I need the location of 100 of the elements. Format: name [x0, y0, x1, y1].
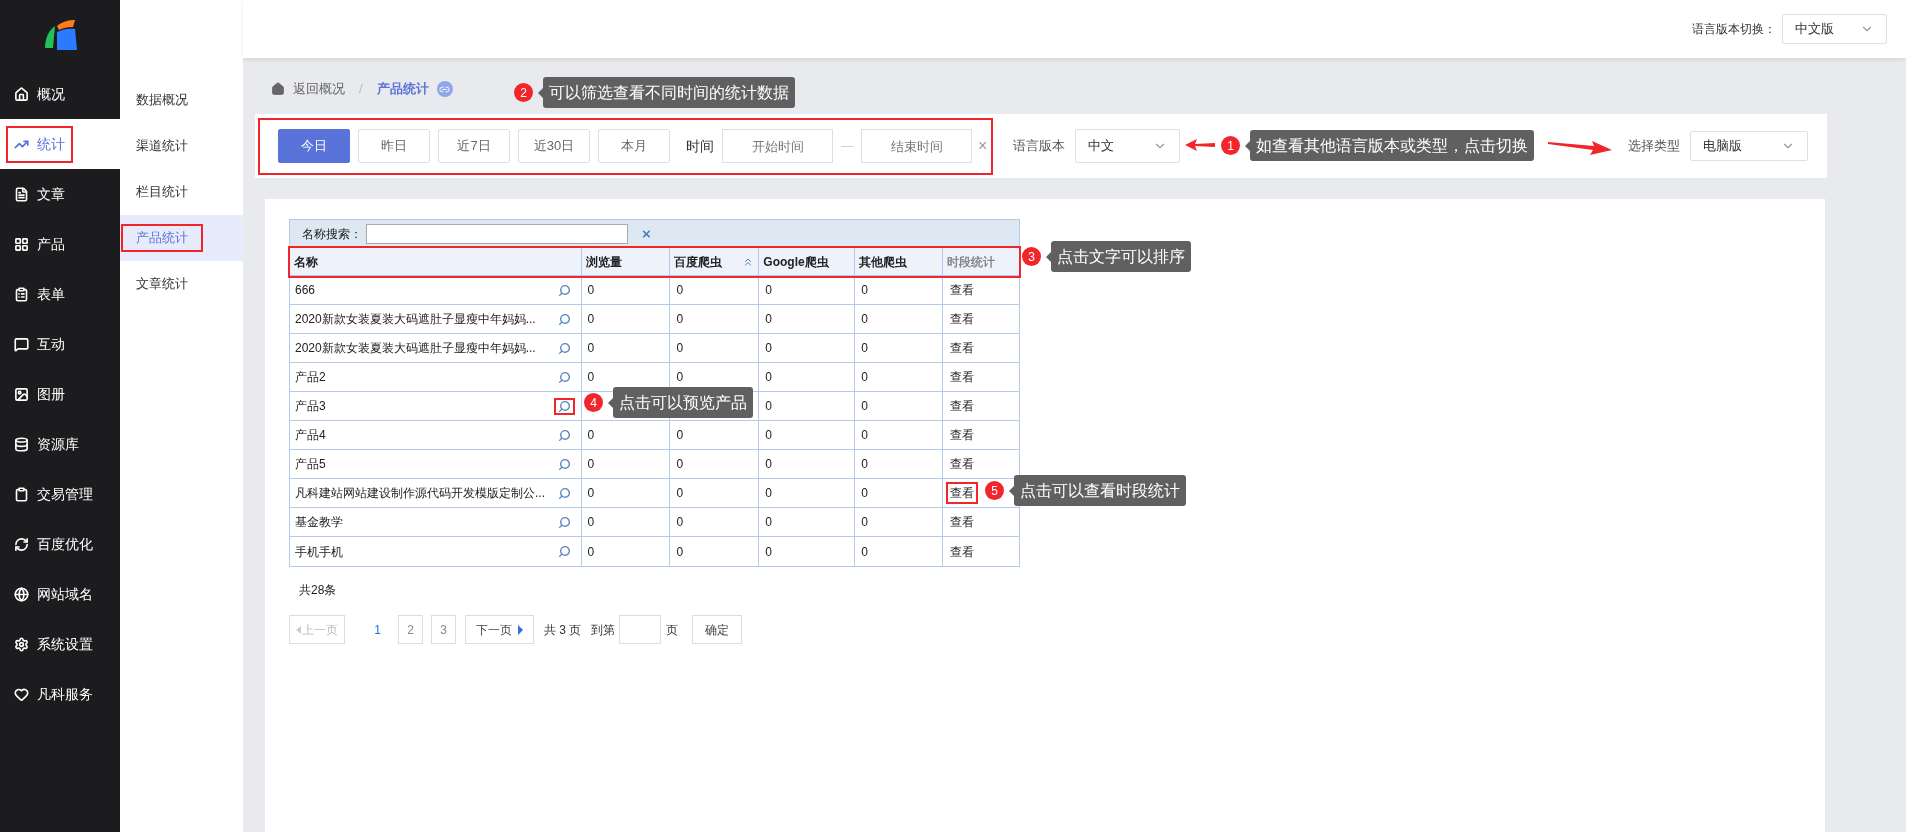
- sidebar-item[interactable]: 系统设置: [0, 619, 120, 669]
- table-cell-text: 0: [676, 340, 684, 357]
- link-icon: [436, 81, 453, 97]
- table-cell-text: 0: [676, 311, 684, 328]
- type-select[interactable]: 电脑版: [1690, 131, 1808, 161]
- table-cell-text: 0: [676, 369, 684, 386]
- search-icon: [557, 312, 571, 326]
- date-range-button[interactable]: 近30日: [518, 129, 590, 163]
- table-cell-text: 0: [861, 485, 868, 502]
- sidebar-item[interactable]: 产品: [0, 219, 120, 269]
- table-cell-text: 0: [861, 427, 868, 444]
- date-range-button[interactable]: 今日: [278, 129, 350, 163]
- right-triangle-icon: [518, 624, 523, 635]
- sidebar-item[interactable]: 交易管理: [0, 469, 120, 519]
- callout-text: 点击文字可以排序: [1057, 246, 1185, 267]
- table-cell-text: 手机手机: [295, 543, 343, 561]
- table-cell-text: 0: [676, 427, 684, 444]
- start-time-field[interactable]: 开始时间: [722, 129, 833, 163]
- table-cell-text: 2020新款女装夏装大码遮肚子显瘦中年妈妈...: [295, 311, 536, 328]
- page-number-field[interactable]: [619, 615, 662, 644]
- view-link[interactable]: 查看: [946, 540, 979, 563]
- search-icon: [557, 370, 571, 384]
- date-range-button[interactable]: 昨日: [358, 129, 430, 163]
- time-label: 时间: [686, 136, 714, 156]
- sidebar-item[interactable]: 网站域名: [0, 569, 120, 619]
- table-cell-text: 0: [861, 311, 868, 328]
- submenu-item[interactable]: 渠道统计: [120, 123, 243, 169]
- end-time-field[interactable]: 结束时间: [861, 129, 972, 163]
- table-cell-text: 0: [765, 282, 773, 299]
- goto-label: 到第: [591, 621, 616, 639]
- table-cell-text: 0: [587, 514, 595, 531]
- table-cell-text: 0: [861, 514, 868, 531]
- image-icon: [14, 386, 29, 402]
- search-icon: [557, 399, 571, 413]
- table-cell-text: 0: [676, 282, 684, 299]
- left-arrow: [1185, 139, 1215, 151]
- table-cell-text: 0: [587, 369, 595, 386]
- column-header[interactable]: Google爬虫: [759, 248, 856, 275]
- back-link[interactable]: 返回概况: [293, 79, 345, 99]
- sidebar-item[interactable]: 互动: [0, 319, 120, 369]
- view-link[interactable]: 查看: [946, 279, 979, 301]
- view-link[interactable]: 查看: [946, 453, 979, 475]
- name-search-field[interactable]: [366, 223, 628, 244]
- grid-icon: [14, 236, 29, 252]
- table-cell-text: 0: [765, 340, 773, 357]
- view-link[interactable]: 查看: [946, 395, 979, 417]
- confirm-button[interactable]: 确定: [692, 615, 743, 644]
- sidebar-item[interactable]: 文章: [0, 169, 120, 219]
- submenu-item[interactable]: 产品统计: [120, 215, 243, 261]
- view-link[interactable]: 查看: [946, 482, 979, 504]
- submenu-item[interactable]: 文章统计: [120, 261, 243, 307]
- sidebar-item[interactable]: 资源库: [0, 419, 120, 469]
- column-header[interactable]: 其他爬虫: [855, 248, 944, 275]
- column-header[interactable]: 百度爬虫: [670, 248, 760, 275]
- search-label: 名称搜索：: [302, 225, 362, 243]
- breadcrumb-separator: /: [359, 80, 363, 99]
- date-range-button[interactable]: 近7日: [438, 129, 510, 163]
- language-switch-select[interactable]: 中文版: [1782, 14, 1887, 44]
- page-button[interactable]: 2: [398, 615, 423, 644]
- chat-icon: [14, 336, 29, 352]
- callout-text: 点击可以预览产品: [619, 392, 747, 413]
- view-link[interactable]: 查看: [946, 308, 979, 330]
- page-button[interactable]: 1: [365, 615, 390, 644]
- language-select[interactable]: 中文: [1075, 129, 1181, 163]
- search-icon: [557, 486, 571, 500]
- table-cell-text: 0: [861, 543, 868, 561]
- next-page-button[interactable]: 下一页: [465, 615, 534, 644]
- column-header[interactable]: 浏览量: [581, 248, 671, 275]
- sidebar-item[interactable]: 统计: [0, 119, 120, 169]
- submenu-item[interactable]: 栏目统计: [120, 169, 243, 215]
- left-triangle-icon: [296, 625, 301, 634]
- search-icon: [557, 428, 571, 442]
- view-link[interactable]: 查看: [946, 511, 979, 533]
- sidebar-item[interactable]: 百度优化: [0, 519, 120, 569]
- home-icon: [271, 82, 285, 96]
- sidebar-item[interactable]: 图册: [0, 369, 120, 419]
- table-cell-text: 基金教学: [295, 514, 343, 531]
- table-cell-text: 0: [861, 369, 868, 386]
- view-link[interactable]: 查看: [946, 424, 979, 446]
- sidebar-item[interactable]: 凡科服务: [0, 669, 120, 719]
- view-link[interactable]: 查看: [946, 366, 979, 388]
- view-link[interactable]: 查看: [946, 337, 979, 359]
- table-cell-text: 产品3: [295, 398, 326, 415]
- column-header[interactable]: 名称: [290, 248, 582, 275]
- table-cell-text: 0: [587, 340, 595, 357]
- table-cell-text: 产品4: [295, 427, 326, 444]
- preview-button[interactable]: [553, 397, 575, 415]
- range-dash: —: [841, 138, 853, 155]
- language-label: 语言版本: [1013, 137, 1066, 156]
- settings-icon: [14, 636, 29, 652]
- table-cell-text: 0: [676, 514, 684, 531]
- page-button[interactable]: 3: [431, 615, 456, 644]
- sidebar-item[interactable]: 表单: [0, 269, 120, 319]
- database-icon: [14, 436, 29, 452]
- search-icon: [557, 283, 571, 297]
- sidebar-item[interactable]: 概况: [0, 69, 120, 119]
- heart-icon: [14, 686, 29, 702]
- date-range-button[interactable]: 本月: [598, 129, 670, 163]
- submenu-item[interactable]: 数据概况: [120, 77, 243, 123]
- table-cell-text: 0: [765, 514, 773, 531]
